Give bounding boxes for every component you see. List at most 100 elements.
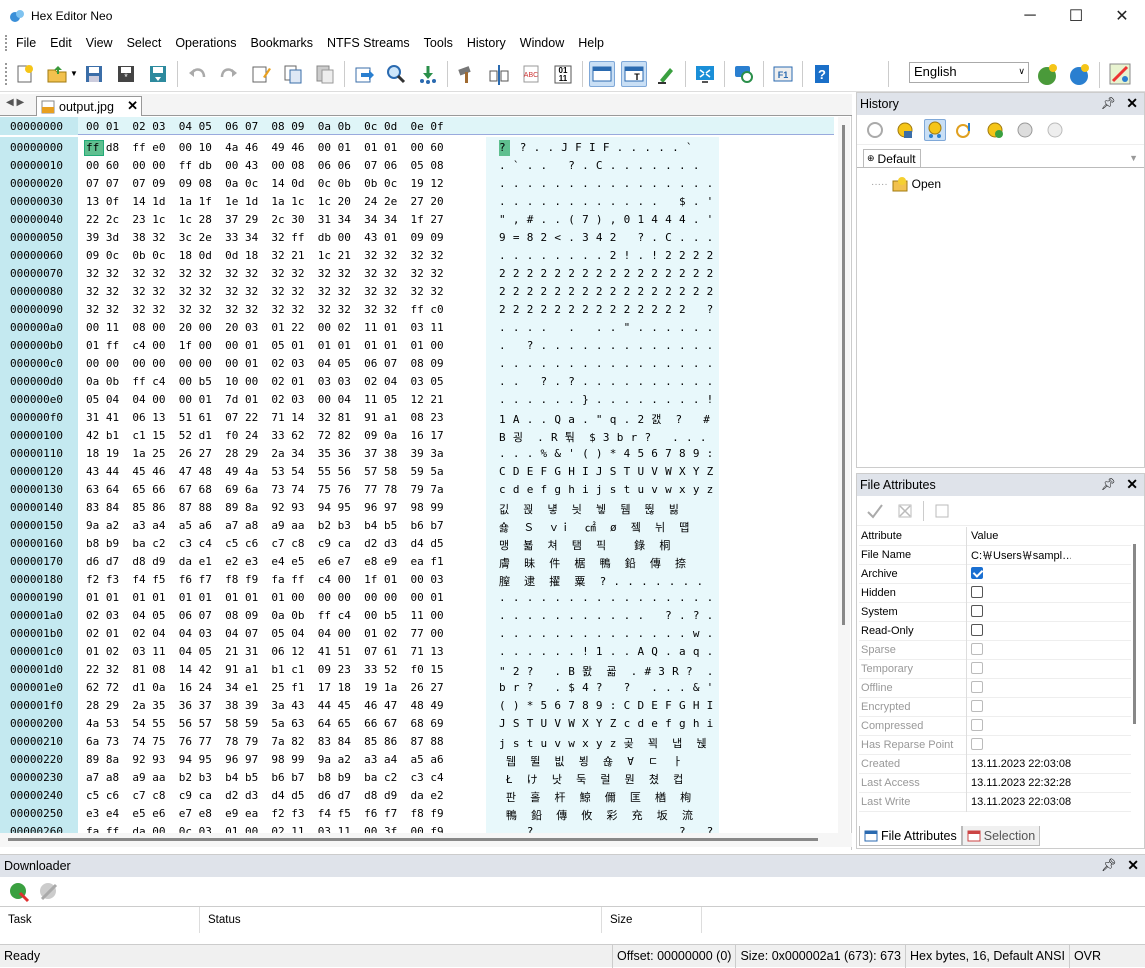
- hammer-button[interactable]: [454, 61, 480, 87]
- pin-icon[interactable]: 📌︎: [1101, 477, 1116, 491]
- row-hex-bytes[interactable]: 89 8a 92 93 94 95 96 97 98 99 9a a2 a3 a…: [86, 753, 444, 766]
- tab-nav-arrows[interactable]: ◀ ▶: [6, 97, 24, 108]
- hex-row[interactable]: 00000180 f2 f3 f4 f5 f6 f7 f8 f9 fa ff c4…: [0, 571, 834, 589]
- hex-row[interactable]: 000000d0 0a 0b ff c4 00 b5 10 00 02 01 03…: [0, 373, 834, 391]
- attribute-value[interactable]: 13.11.2023 22:32:28: [967, 777, 1071, 789]
- row-hex-bytes[interactable]: e3 e4 e5 e6 e7 e8 e9 ea f2 f3 f4 f5 f6 f…: [86, 807, 444, 820]
- tab-dropdown-icon[interactable]: ▼: [1129, 153, 1138, 163]
- save-button[interactable]: [81, 61, 107, 87]
- row-ascii[interactable]: C D E F G H I J S T U V W X Y Z: [499, 465, 714, 478]
- row-ascii[interactable]: . . ? . ? . . . . . . . . . .: [499, 375, 714, 388]
- close-panel-icon[interactable]: ✕: [1126, 476, 1138, 493]
- row-ascii[interactable]: " , # . . ( 7 ) , 0 1 4 4 4 . ': [499, 213, 714, 226]
- help-button[interactable]: ?: [809, 61, 835, 87]
- row-ascii[interactable]: 9 = 8 2 < . 3 4 2 ? . C . . .: [499, 231, 714, 244]
- row-ascii[interactable]: 깂 꾅 넇 늿 뉗 뒘 뛶 빓: [499, 501, 679, 517]
- row-ascii[interactable]: . . . . . . . . . . . . . . w .: [499, 627, 714, 640]
- stop-download-icon[interactable]: [38, 881, 60, 903]
- menu-edit[interactable]: Edit: [43, 36, 79, 50]
- hex-row[interactable]: 00000130 63 64 65 66 67 68 69 6a 73 74 75…: [0, 481, 834, 499]
- menu-history[interactable]: History: [460, 36, 513, 50]
- add-language-icon[interactable]: [1035, 62, 1059, 86]
- attribute-checkbox[interactable]: [971, 585, 983, 598]
- row-ascii[interactable]: 2 2 2 2 2 2 2 2 2 2 2 2 2 2 2 2: [499, 285, 714, 298]
- hex-row[interactable]: 00000100 42 b1 c1 15 52 d1 f0 24 33 62 72…: [0, 427, 834, 445]
- redo-button[interactable]: [216, 61, 242, 87]
- row-hex-bytes[interactable]: 32 32 32 32 32 32 32 32 32 32 32 32 32 3…: [86, 267, 444, 280]
- compare-button[interactable]: [486, 61, 512, 87]
- toolbar-grip[interactable]: [5, 62, 9, 85]
- history-tab-default[interactable]: ⊕ Default: [863, 149, 921, 167]
- row-hex-bytes[interactable]: 0a 0b ff c4 00 b5 10 00 02 01 03 03 02 0…: [86, 375, 444, 388]
- row-hex-bytes[interactable]: 07 07 07 09 09 08 0a 0c 14 0d 0c 0b 0b 0…: [86, 177, 444, 190]
- history-clear-button[interactable]: [1044, 119, 1066, 141]
- hex-row[interactable]: 000001b0 02 01 02 04 04 03 04 07 05 04 04…: [0, 625, 834, 643]
- menu-ntfs-streams[interactable]: NTFS Streams: [320, 36, 417, 50]
- attribute-checkbox[interactable]: [971, 623, 983, 636]
- start-download-icon[interactable]: [8, 881, 30, 903]
- search-web-button[interactable]: [731, 61, 757, 87]
- hex-row[interactable]: 00000160 b8 b9 ba c2 c3 c4 c5 c6 c7 c8 c9…: [0, 535, 834, 553]
- row-ascii[interactable]: " 2 ? . B 뫐 굛 . # 3 R ? .: [499, 663, 714, 679]
- attribute-value[interactable]: 13.11.2023 22:03:08: [967, 758, 1071, 770]
- row-hex-bytes[interactable]: f2 f3 f4 f5 f6 f7 f8 f9 fa ff c4 00 1f 0…: [86, 573, 444, 586]
- row-hex-bytes[interactable]: 01 02 03 11 04 05 21 31 06 12 41 51 07 6…: [86, 645, 444, 658]
- save-as-button[interactable]: [145, 61, 171, 87]
- row-hex-bytes[interactable]: 02 03 04 05 06 07 08 09 0a 0b ff c4 00 b…: [86, 609, 444, 622]
- goto-button[interactable]: [351, 61, 377, 87]
- row-ascii[interactable]: 2 2 2 2 2 2 2 2 2 2 2 2 2 2 2 2: [499, 267, 714, 280]
- hex-row[interactable]: 00000000 ff d8 ff e0 00 10 4a 46 49 46 00…: [0, 139, 834, 157]
- row-ascii[interactable]: 1 A . . Q a . " q . 2 갨 ? #: [499, 411, 710, 427]
- hex-row[interactable]: 00000010 00 60 00 00 ff db 00 43 00 08 06…: [0, 157, 834, 175]
- hex-row[interactable]: 00000040 22 2c 23 1c 1c 28 37 29 2c 30 31…: [0, 211, 834, 229]
- save-all-button[interactable]: *: [113, 61, 139, 87]
- row-hex-bytes[interactable]: 63 64 65 66 67 68 69 6a 73 74 75 76 77 7…: [86, 483, 444, 496]
- hex-row[interactable]: 00000060 09 0c 0b 0c 18 0d 0d 18 32 21 1c…: [0, 247, 834, 265]
- menu-tools[interactable]: Tools: [417, 36, 460, 50]
- row-hex-bytes[interactable]: fa ff da 00 0c 03 01 00 02 11 03 11 00 3…: [86, 825, 444, 833]
- row-ascii[interactable]: . . . . . . . . . . . . . . . .: [499, 357, 714, 370]
- row-hex-bytes[interactable]: 43 44 45 46 47 48 49 4a 53 54 55 56 57 5…: [86, 465, 444, 478]
- value-col-header[interactable]: Value: [967, 530, 1071, 542]
- history-item[interactable]: ····· Open: [857, 168, 1144, 192]
- tab-output-jpg[interactable]: output.jpg ✕: [36, 96, 142, 116]
- hex-row[interactable]: 00000110 18 19 1a 25 26 27 28 29 2a 34 35…: [0, 445, 834, 463]
- row-ascii[interactable]: 鴨 鉛 傳 攸 彩 充 坂 流: [499, 807, 693, 823]
- hex-row[interactable]: 000000c0 00 00 00 00 00 00 00 01 02 03 04…: [0, 355, 834, 373]
- attribute-checkbox[interactable]: [971, 566, 983, 579]
- pin-icon[interactable]: 📌︎: [1101, 858, 1117, 873]
- close-tab-icon[interactable]: ✕: [127, 98, 138, 114]
- hex-row[interactable]: 00000070 32 32 32 32 32 32 32 32 32 32 32…: [0, 265, 834, 283]
- refresh-attributes-button[interactable]: [931, 500, 953, 522]
- row-ascii[interactable]: ( ) * 5 6 7 8 9 : C D E F G H I: [499, 699, 714, 712]
- new-file-button[interactable]: [12, 61, 38, 87]
- history-save-button[interactable]: [894, 119, 916, 141]
- row-hex-bytes[interactable]: 28 29 2a 35 36 37 38 39 3a 43 44 45 46 4…: [86, 699, 444, 712]
- hscroll-thumb[interactable]: [8, 838, 818, 841]
- row-hex-bytes[interactable]: 32 32 32 32 32 32 32 32 32 32 32 32 32 3…: [86, 303, 444, 316]
- row-ascii[interactable]: J S T U V W X Y Z c d e f g h i: [499, 717, 714, 730]
- hex-row[interactable]: 00000240 c5 c6 c7 c8 c9 ca d2 d3 d4 d5 d6…: [0, 787, 834, 805]
- attribute-value[interactable]: C:￦Users￦sampl…: [967, 547, 1071, 563]
- menu-help[interactable]: Help: [571, 36, 611, 50]
- row-hex-bytes[interactable]: 09 0c 0b 0c 18 0d 0d 18 32 21 1c 21 32 3…: [86, 249, 444, 262]
- attributes-scrollbar[interactable]: [1133, 544, 1136, 724]
- row-ascii[interactable]: 膣 逮 擢 粟 ? . . . . . . .: [499, 573, 703, 589]
- hex-row[interactable]: 000001f0 28 29 2a 35 36 37 38 39 3a 43 44…: [0, 697, 834, 715]
- row-ascii[interactable]: . . . . . . } . . . . . . . . !: [499, 393, 714, 406]
- row-hex-bytes[interactable]: 9a a2 a3 a4 a5 a6 a7 a8 a9 aa b2 b3 b4 b…: [86, 519, 444, 532]
- add-language-blue-icon[interactable]: [1067, 62, 1091, 86]
- col-status[interactable]: Status: [200, 907, 602, 933]
- history-view-button[interactable]: [924, 118, 946, 141]
- hex-row[interactable]: 00000150 9a a2 a3 a4 a5 a6 a7 a8 a9 aa b2…: [0, 517, 834, 535]
- pin-icon[interactable]: 📌︎: [1101, 96, 1116, 110]
- close-panel-icon[interactable]: ✕: [1126, 95, 1138, 112]
- hex-rows[interactable]: 00000000 ff d8 ff e0 00 10 4a 46 49 46 00…: [0, 139, 834, 833]
- hex-row[interactable]: 00000080 32 32 32 32 32 32 32 32 32 32 32…: [0, 283, 834, 301]
- hex-row[interactable]: 000001e0 62 72 d1 0a 16 24 34 e1 25 f1 17…: [0, 679, 834, 697]
- row-ascii[interactable]: b r ? . $ 4 ? ? . . . & ': [499, 681, 714, 694]
- hex-row[interactable]: 000000b0 01 ff c4 00 1f 00 00 01 05 01 01…: [0, 337, 834, 355]
- hex-row[interactable]: 00000250 e3 e4 e5 e6 e7 e8 e9 ea f2 f3 f4…: [0, 805, 834, 823]
- paint-icon[interactable]: [1108, 62, 1132, 86]
- row-hex-bytes[interactable]: 05 04 04 00 00 01 7d 01 02 03 00 04 11 0…: [86, 393, 444, 406]
